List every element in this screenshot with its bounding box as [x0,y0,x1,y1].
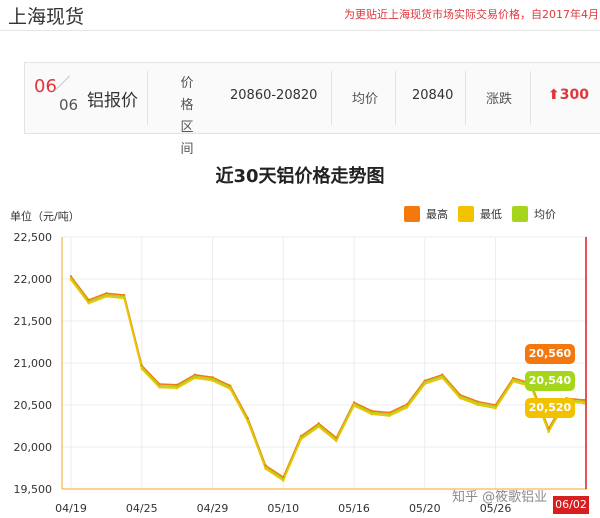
data-point-low [282,479,285,482]
data-point-low [458,397,462,400]
data-point-low [494,407,497,410]
y-tick-label: 21,000 [14,357,53,370]
current-date-tag: 06/02 [553,496,589,514]
data-point-low [264,467,267,471]
y-tick-label: 20,500 [14,399,53,412]
data-point-low [388,414,391,418]
data-point-low [246,420,250,423]
series-line-avg [70,277,585,480]
data-point-low [441,376,444,380]
data-point-low [370,413,373,416]
x-tick-label: 04/29 [197,502,229,515]
data-point-low [512,380,515,383]
data-point-low [352,404,356,408]
y-tick-label: 19,500 [14,483,53,496]
data-point-low [105,295,108,298]
y-tick-label: 21,500 [14,315,53,328]
data-point-low [335,439,338,443]
y-tick-label: 22,000 [14,273,53,286]
x-tick-label: 04/25 [126,502,158,515]
x-tick-label: 05/10 [267,502,299,515]
data-point-low [423,382,426,386]
data-point-low [229,387,232,391]
data-point-low [547,430,550,434]
data-point-low [193,376,197,380]
data-point-low [122,297,126,300]
data-point-low [299,438,303,441]
data-point-low [140,367,143,371]
callout-high: 20,560 [525,344,575,364]
watermark: 知乎 @筱歌铝业 [452,490,548,505]
price-chart: 19,500 20,000 20,500 21,000 21,500 22,000 22,5… [14,231,587,515]
callout-avg: 20,540 [525,371,575,391]
data-point-low [87,302,90,305]
data-point-low [69,278,73,282]
data-point-low [175,387,179,390]
y-tick-label: 20,000 [14,441,53,454]
data-point-low [158,386,161,389]
y-tick-label: 22,500 [14,231,53,244]
x-tick-label: 05/20 [409,502,441,515]
callout-low: 20,520 [525,398,575,418]
data-point-low [582,402,586,405]
data-point-low [317,425,320,429]
data-point-low [211,379,214,382]
x-tick-label: 04/19 [55,502,87,515]
data-point-low [476,403,480,407]
data-point-low [405,406,409,409]
x-tick-label: 05/16 [338,502,370,515]
series-line-low [70,279,585,482]
